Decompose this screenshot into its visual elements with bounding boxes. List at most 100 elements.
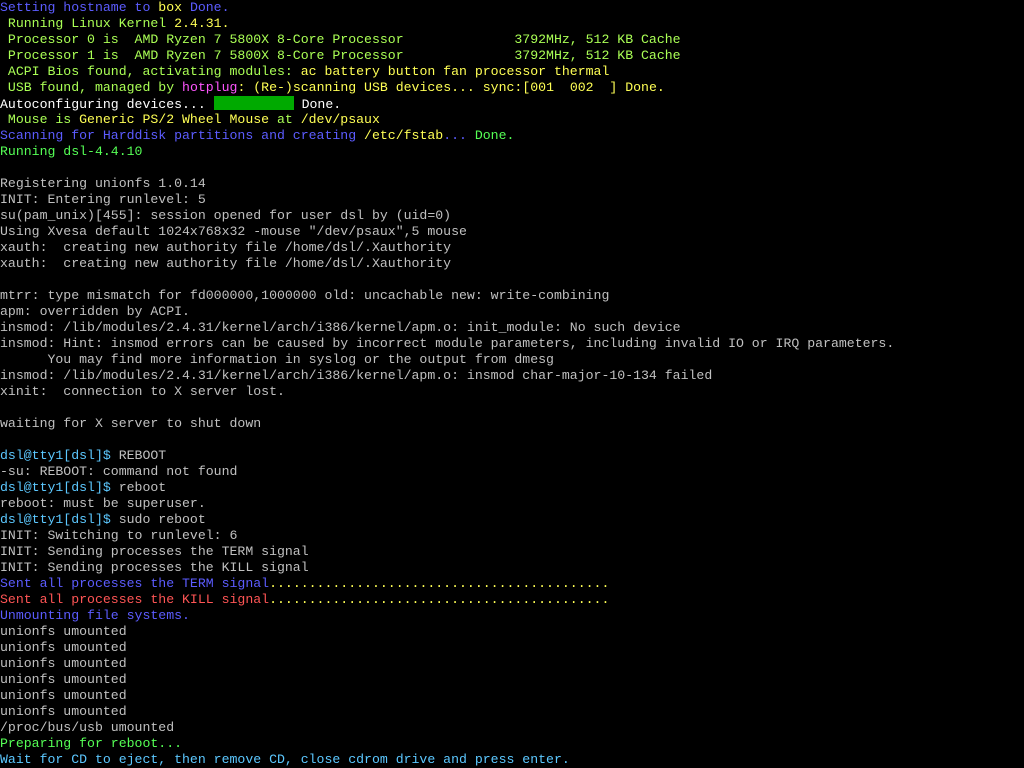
terminal-line: unionfs umounted	[0, 672, 1024, 688]
terminal-text: USB found, managed by	[0, 80, 183, 95]
terminal-line: xinit: connection to X server lost.	[0, 384, 1024, 400]
terminal-text: You may find more information in syslog …	[0, 352, 554, 367]
terminal-line: ACPI Bios found, activating modules: ac …	[0, 64, 1024, 80]
terminal-text: Scanning for Harddisk partitions and cre…	[0, 128, 365, 143]
terminal-text: ac battery button fan processor thermal	[300, 64, 610, 79]
terminal-text: ........................................…	[269, 576, 610, 591]
terminal-line: Running Linux Kernel 2.4.31.	[0, 16, 1024, 32]
terminal-line: Autoconfiguring devices... Done.	[0, 96, 1024, 112]
terminal-text: Autoconfiguring devices...	[0, 97, 214, 112]
terminal-text: -su: REBOOT: command not found	[0, 464, 238, 479]
terminal-line: Sent all processes the KILL signal......…	[0, 592, 1024, 608]
terminal-text: : (Re-)scanning USB devices... sync:[001…	[237, 80, 665, 95]
terminal-text: Done.	[474, 128, 515, 143]
terminal-line: Processor 0 is AMD Ryzen 7 5800X 8-Core …	[0, 32, 1024, 48]
terminal-text: INIT: Switching to runlevel: 6	[0, 528, 238, 543]
terminal-line: Using Xvesa default 1024x768x32 -mouse "…	[0, 224, 1024, 240]
terminal-text: Preparing for reboot...	[0, 736, 183, 751]
terminal-text: unionfs umounted	[0, 624, 127, 639]
terminal-line: -su: REBOOT: command not found	[0, 464, 1024, 480]
terminal-text: mtrr: type mismatch for fd000000,1000000…	[0, 288, 610, 303]
terminal-line: Mouse is Generic PS/2 Wheel Mouse at /de…	[0, 112, 1024, 128]
terminal-text: /dev/psaux	[300, 112, 380, 127]
terminal-line: INIT: Switching to runlevel: 6	[0, 528, 1024, 544]
terminal-text: Running Linux Kernel	[0, 16, 175, 31]
terminal-line: INIT: Sending processes the TERM signal	[0, 544, 1024, 560]
terminal-line: dsl@tty1[dsl]$ reboot	[0, 480, 1024, 496]
terminal-text: Sent all processes the TERM signal	[0, 576, 270, 591]
terminal-line: insmod: /lib/modules/2.4.31/kernel/arch/…	[0, 368, 1024, 384]
terminal-line: Setting hostname to box Done.	[0, 0, 1024, 16]
terminal-text: ...	[443, 128, 475, 143]
terminal-text: INIT: Entering runlevel: 5	[0, 192, 206, 207]
terminal-text: Sent all processes the KILL signal	[0, 592, 270, 607]
terminal-text: waiting for X server to shut down	[0, 416, 262, 431]
terminal-text: dsl@tty1[dsl]$	[0, 512, 111, 527]
terminal-text: apm: overridden by ACPI.	[0, 304, 190, 319]
terminal-text: INIT: Sending processes the TERM signal	[0, 544, 309, 559]
terminal-text: dsl@tty1[dsl]$	[0, 448, 111, 463]
terminal-line: su(pam_unix)[455]: session opened for us…	[0, 208, 1024, 224]
terminal-text: unionfs umounted	[0, 688, 127, 703]
terminal-text: insmod: /lib/modules/2.4.31/kernel/arch/…	[0, 320, 681, 335]
terminal-line: Scanning for Harddisk partitions and cre…	[0, 128, 1024, 144]
terminal-text: Done.	[293, 97, 342, 112]
terminal-line: USB found, managed by hotplug: (Re-)scan…	[0, 80, 1024, 96]
terminal-line: reboot: must be superuser.	[0, 496, 1024, 512]
terminal-line: insmod: /lib/modules/2.4.31/kernel/arch/…	[0, 320, 1024, 336]
terminal-line: dsl@tty1[dsl]$ REBOOT	[0, 448, 1024, 464]
terminal-text: reboot	[110, 480, 167, 495]
terminal-text: Unmounting file systems.	[0, 608, 190, 623]
terminal-line: Preparing for reboot...	[0, 736, 1024, 752]
terminal-text: dsl@tty1[dsl]$	[0, 480, 111, 495]
terminal-text: unionfs umounted	[0, 640, 127, 655]
terminal-text: Mouse is	[0, 112, 80, 127]
terminal-text: unionfs umounted	[0, 656, 127, 671]
progress-bar-fill	[213, 96, 294, 110]
terminal-screen[interactable]: Setting hostname to box Done. Running Li…	[0, 0, 1024, 768]
terminal-line: xauth: creating new authority file /home…	[0, 240, 1024, 256]
terminal-text: /etc/fstab	[364, 128, 444, 143]
terminal-text: sudo reboot	[110, 512, 206, 527]
terminal-text: at	[269, 112, 301, 127]
terminal-line: xauth: creating new authority file /home…	[0, 256, 1024, 272]
terminal-text: unionfs umounted	[0, 704, 127, 719]
terminal-line: dsl@tty1[dsl]$ sudo reboot	[0, 512, 1024, 528]
terminal-text: ........................................…	[269, 592, 610, 607]
terminal-line: mtrr: type mismatch for fd000000,1000000…	[0, 288, 1024, 304]
terminal-text: Generic PS/2 Wheel Mouse	[79, 112, 270, 127]
terminal-line: unionfs umounted	[0, 704, 1024, 720]
terminal-text: xauth: creating new authority file /home…	[0, 240, 452, 255]
terminal-line: Unmounting file systems.	[0, 608, 1024, 624]
terminal-line: apm: overridden by ACPI.	[0, 304, 1024, 320]
terminal-text: reboot: must be superuser.	[0, 496, 206, 511]
terminal-text: Running dsl-4.4.10	[0, 144, 143, 159]
terminal-line: INIT: Sending processes the KILL signal	[0, 560, 1024, 576]
terminal-text: Registering unionfs 1.0.14	[0, 176, 206, 191]
terminal-line: insmod: Hint: insmod errors can be cause…	[0, 336, 1024, 352]
terminal-line: Running dsl-4.4.10	[0, 144, 1024, 160]
terminal-text: xauth: creating new authority file /home…	[0, 256, 452, 271]
terminal-line: INIT: Entering runlevel: 5	[0, 192, 1024, 208]
terminal-text: Done.	[182, 0, 230, 15]
terminal-text: Wait for CD to eject, then remove CD, cl…	[0, 752, 570, 767]
terminal-line: /proc/bus/usb umounted	[0, 720, 1024, 736]
terminal-text: Setting hostname to	[0, 0, 159, 15]
terminal-text: Using Xvesa default 1024x768x32 -mouse "…	[0, 224, 467, 239]
terminal-text: insmod: /lib/modules/2.4.31/kernel/arch/…	[0, 368, 713, 383]
terminal-text: hotplug	[182, 80, 238, 95]
terminal-text: 2.4.31.	[174, 16, 230, 31]
terminal-text: /proc/bus/usb umounted	[0, 720, 175, 735]
terminal-text: insmod: Hint: insmod errors can be cause…	[0, 336, 895, 351]
terminal-line: unionfs umounted	[0, 624, 1024, 640]
terminal-line: You may find more information in syslog …	[0, 352, 1024, 368]
terminal-text: xinit: connection to X server lost.	[0, 384, 285, 399]
terminal-line: Registering unionfs 1.0.14	[0, 176, 1024, 192]
terminal-text: ACPI Bios found, activating modules:	[0, 64, 301, 79]
terminal-line: unionfs umounted	[0, 640, 1024, 656]
terminal-text: unionfs umounted	[0, 672, 127, 687]
terminal-line: Wait for CD to eject, then remove CD, cl…	[0, 752, 1024, 768]
